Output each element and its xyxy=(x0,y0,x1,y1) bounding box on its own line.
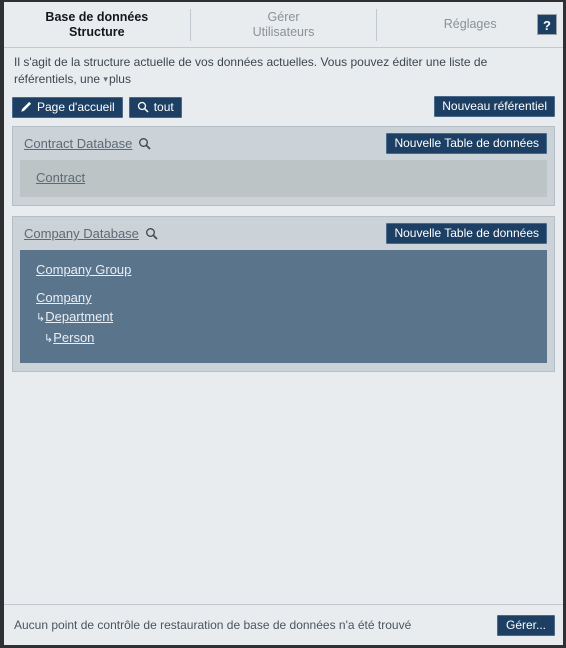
database-section-company: Company Database Nouvelle Table de donné… xyxy=(12,216,555,372)
manage-checkpoints-button[interactable]: Gérer... xyxy=(496,614,555,636)
tab-settings-line1: Réglages xyxy=(443,17,497,31)
restore-checkpoint-message: Aucun point de contrôle de restauration … xyxy=(14,618,412,632)
show-more-link[interactable]: plus xyxy=(109,72,131,86)
new-repository-button[interactable]: Nouveau référentiel xyxy=(434,96,555,117)
table-link-company-group[interactable]: Company Group xyxy=(36,262,131,277)
database-header-company: Company Database Nouvelle Table de donné… xyxy=(20,223,547,244)
search-icon[interactable] xyxy=(145,227,158,240)
tab-database-structure-line2: Structure xyxy=(69,24,125,39)
table-row: Contract xyxy=(20,168,547,187)
table-row: ↳Person xyxy=(20,328,547,349)
page-description-text: Il s'agit de la structure actuelle de vo… xyxy=(14,55,488,86)
tables-panel-contract: Contract xyxy=(20,160,547,197)
tab-manage-users-line2: Utilisateurs xyxy=(252,24,315,39)
tab-manage-users-line1: Gérer xyxy=(267,9,300,24)
tab-bar: Base de données Structure Gérer Utilisat… xyxy=(4,2,563,48)
new-data-table-button-company[interactable]: Nouvelle Table de données xyxy=(386,223,547,244)
toolbar: Page d'accueil tout Nouveau référentiel xyxy=(12,96,555,118)
row-spacer xyxy=(20,279,547,288)
table-link-company[interactable]: Company xyxy=(36,290,92,305)
table-row: Company Group xyxy=(20,260,547,279)
table-link-person[interactable]: Person xyxy=(53,330,94,345)
search-icon xyxy=(137,101,149,113)
home-page-button-label: Page d'accueil xyxy=(37,99,115,114)
tab-settings[interactable]: Réglages xyxy=(377,15,563,34)
search-all-button-label: tout xyxy=(153,99,174,114)
tab-database-structure[interactable]: Base de données Structure xyxy=(4,8,190,42)
search-icon[interactable] xyxy=(138,137,151,150)
table-row: Company xyxy=(20,288,547,307)
pencil-icon xyxy=(20,101,32,113)
help-button[interactable]: ? xyxy=(537,14,557,35)
tree-branch-icon: ↳ xyxy=(44,333,54,345)
chevron-down-icon: ▾ xyxy=(103,74,108,84)
database-section-contract: Contract Database Nouvelle Table de donn… xyxy=(12,126,555,206)
tab-database-structure-line1: Base de données xyxy=(45,9,149,24)
home-page-button[interactable]: Page d'accueil xyxy=(12,96,123,118)
footer-bar: Aucun point de contrôle de restauration … xyxy=(4,604,563,645)
page-description: Il s'agit de la structure actuelle de vo… xyxy=(4,48,563,88)
application-window: Base de données Structure Gérer Utilisat… xyxy=(0,0,566,648)
table-row: ↳Department xyxy=(20,307,547,328)
database-title-contract[interactable]: Contract Database xyxy=(24,136,132,151)
database-sections: Contract Database Nouvelle Table de donn… xyxy=(4,126,563,604)
new-data-table-button-contract[interactable]: Nouvelle Table de données xyxy=(386,133,547,154)
database-header-contract: Contract Database Nouvelle Table de donn… xyxy=(20,133,547,154)
table-link-department[interactable]: Department xyxy=(45,309,113,324)
search-all-button[interactable]: tout xyxy=(128,96,182,118)
tab-manage-users[interactable]: Gérer Utilisateurs xyxy=(191,8,377,42)
database-title-company[interactable]: Company Database xyxy=(24,226,139,241)
tree-branch-icon: ↳ xyxy=(36,312,46,324)
tables-panel-company: Company Group Company ↳Department ↳Perso… xyxy=(20,250,547,363)
table-link-contract[interactable]: Contract xyxy=(36,170,85,185)
